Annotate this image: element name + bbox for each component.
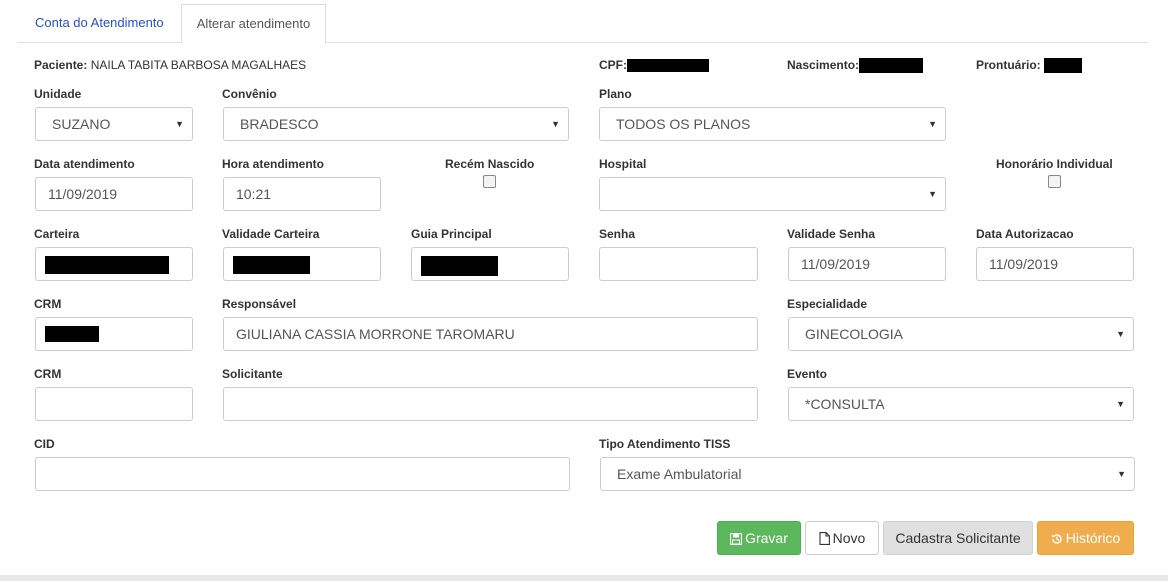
patient-info: Paciente: NAILA TABITA BARBOSA MAGALHAES [34, 58, 306, 72]
data-atendimento-value: 11/09/2019 [48, 186, 118, 202]
especialidade-label: Especialidade [787, 297, 868, 311]
tipo-atendimento-label: Tipo Atendimento TISS [599, 437, 731, 451]
crm-solicitante-label: CRM [34, 367, 62, 381]
cadastra-solicitante-button[interactable]: Cadastra Solicitante [883, 521, 1033, 555]
recem-nascido-label: Recém Nascido [445, 157, 535, 171]
history-icon [1051, 534, 1062, 544]
caret-down-icon: ▼ [928, 119, 937, 129]
senha-input[interactable] [599, 247, 758, 281]
historico-label: Histórico [1065, 530, 1121, 546]
cid-input[interactable] [35, 457, 570, 491]
responsavel-value: GIULIANA CASSIA MORRONE TAROMARU [236, 326, 515, 342]
caret-down-icon: ▼ [1116, 329, 1125, 339]
tipo-atendimento-value: Exame Ambulatorial [617, 466, 742, 482]
data-autorizacao-input[interactable]: 11/09/2019 [976, 247, 1134, 281]
cpf-redacted [627, 59, 709, 73]
paciente-value: NAILA TABITA BARBOSA MAGALHAES [90, 58, 307, 72]
guia-principal-label: Guia Principal [411, 227, 492, 241]
especialidade-value: GINECOLOGIA [805, 326, 904, 342]
evento-select[interactable]: *CONSULTA ▼ [788, 387, 1134, 421]
crm-solicitante-input[interactable] [35, 387, 193, 421]
carteira-redacted [45, 256, 169, 274]
tab-alterar-atendimento[interactable]: Alterar atendimento [181, 4, 326, 44]
footer-bar [0, 575, 1168, 581]
validade-carteira-redacted [233, 256, 310, 274]
guia-principal-input[interactable] [411, 247, 569, 281]
hospital-label: Hospital [599, 157, 647, 171]
evento-value: *CONSULTA [805, 396, 885, 412]
tab-bar: Conta do Atendimento Alterar atendimento [18, 4, 1148, 44]
carteira-label: Carteira [34, 227, 80, 241]
data-autorizacao-label: Data Autorizacao [976, 227, 1074, 241]
caret-down-icon: ▼ [175, 119, 184, 129]
plano-select[interactable]: TODOS OS PLANOS ▼ [599, 107, 946, 141]
especialidade-select[interactable]: GINECOLOGIA ▼ [788, 317, 1134, 351]
solicitante-input[interactable] [223, 387, 758, 421]
prontuario-label: Prontuário: [976, 58, 1041, 72]
hospital-select[interactable]: ▼ [599, 177, 946, 211]
carteira-input[interactable] [35, 247, 193, 281]
recem-nascido-checkbox[interactable] [483, 175, 496, 188]
hora-atendimento-label: Hora atendimento [222, 157, 325, 171]
caret-down-icon: ▼ [928, 189, 937, 199]
convenio-value: BRADESCO [240, 116, 319, 132]
data-atendimento-label: Data atendimento [34, 157, 135, 171]
caret-down-icon: ▼ [1116, 399, 1125, 409]
crm-responsavel-redacted [45, 326, 99, 342]
honorario-individual-label: Honorário Individual [996, 157, 1113, 171]
unidade-label: Unidade [34, 87, 82, 101]
cadastra-solicitante-label: Cadastra Solicitante [895, 530, 1021, 546]
paciente-label: Paciente: [34, 58, 88, 72]
caret-down-icon: ▼ [1117, 469, 1126, 479]
plano-label: Plano [599, 87, 632, 101]
hora-atendimento-value: 10:21 [236, 186, 272, 202]
unidade-select[interactable]: SUZANO ▼ [35, 107, 193, 141]
data-autorizacao-value: 11/09/2019 [989, 256, 1059, 272]
prontuario-info: Prontuário: [976, 58, 1083, 74]
historico-button[interactable]: Histórico [1037, 521, 1134, 555]
validade-senha-input[interactable]: 11/09/2019 [788, 247, 946, 281]
validade-carteira-input[interactable] [223, 247, 381, 281]
file-icon [819, 532, 830, 545]
guia-principal-redacted [421, 256, 498, 276]
nascimento-label: Nascimento: [787, 58, 860, 72]
cid-label: CID [34, 437, 55, 451]
data-atendimento-input[interactable]: 11/09/2019 [35, 177, 193, 211]
nascimento-redacted [859, 58, 924, 74]
tab-conta-do-atendimento[interactable]: Conta do Atendimento [20, 4, 179, 43]
gravar-label: Gravar [745, 530, 788, 546]
tipo-atendimento-select[interactable]: Exame Ambulatorial ▼ [600, 457, 1135, 491]
hora-atendimento-input[interactable]: 10:21 [223, 177, 381, 211]
plano-value: TODOS OS PLANOS [616, 116, 751, 132]
cpf-info: CPF: [599, 58, 709, 73]
solicitante-label: Solicitante [222, 367, 283, 381]
convenio-label: Convênio [222, 87, 277, 101]
nascimento-info: Nascimento: [787, 58, 924, 74]
responsavel-label: Responsável [222, 297, 297, 311]
save-icon [729, 532, 743, 546]
honorario-individual-checkbox[interactable] [1048, 175, 1061, 188]
senha-label: Senha [599, 227, 636, 241]
novo-button[interactable]: Novo [805, 521, 879, 555]
gravar-button[interactable]: Gravar [717, 521, 801, 555]
convenio-select[interactable]: BRADESCO ▼ [223, 107, 569, 141]
cpf-label: CPF: [599, 58, 627, 72]
novo-label: Novo [832, 530, 866, 546]
unidade-value: SUZANO [52, 116, 111, 132]
crm-responsavel-label: CRM [34, 297, 62, 311]
validade-senha-value: 11/09/2019 [801, 256, 871, 272]
validade-carteira-label: Validade Carteira [222, 227, 320, 241]
prontuario-redacted [1044, 58, 1083, 74]
responsavel-input[interactable]: GIULIANA CASSIA MORRONE TAROMARU [223, 317, 758, 351]
crm-responsavel-input[interactable] [35, 317, 193, 351]
caret-down-icon: ▼ [551, 119, 560, 129]
validade-senha-label: Validade Senha [787, 227, 876, 241]
evento-label: Evento [787, 367, 828, 381]
